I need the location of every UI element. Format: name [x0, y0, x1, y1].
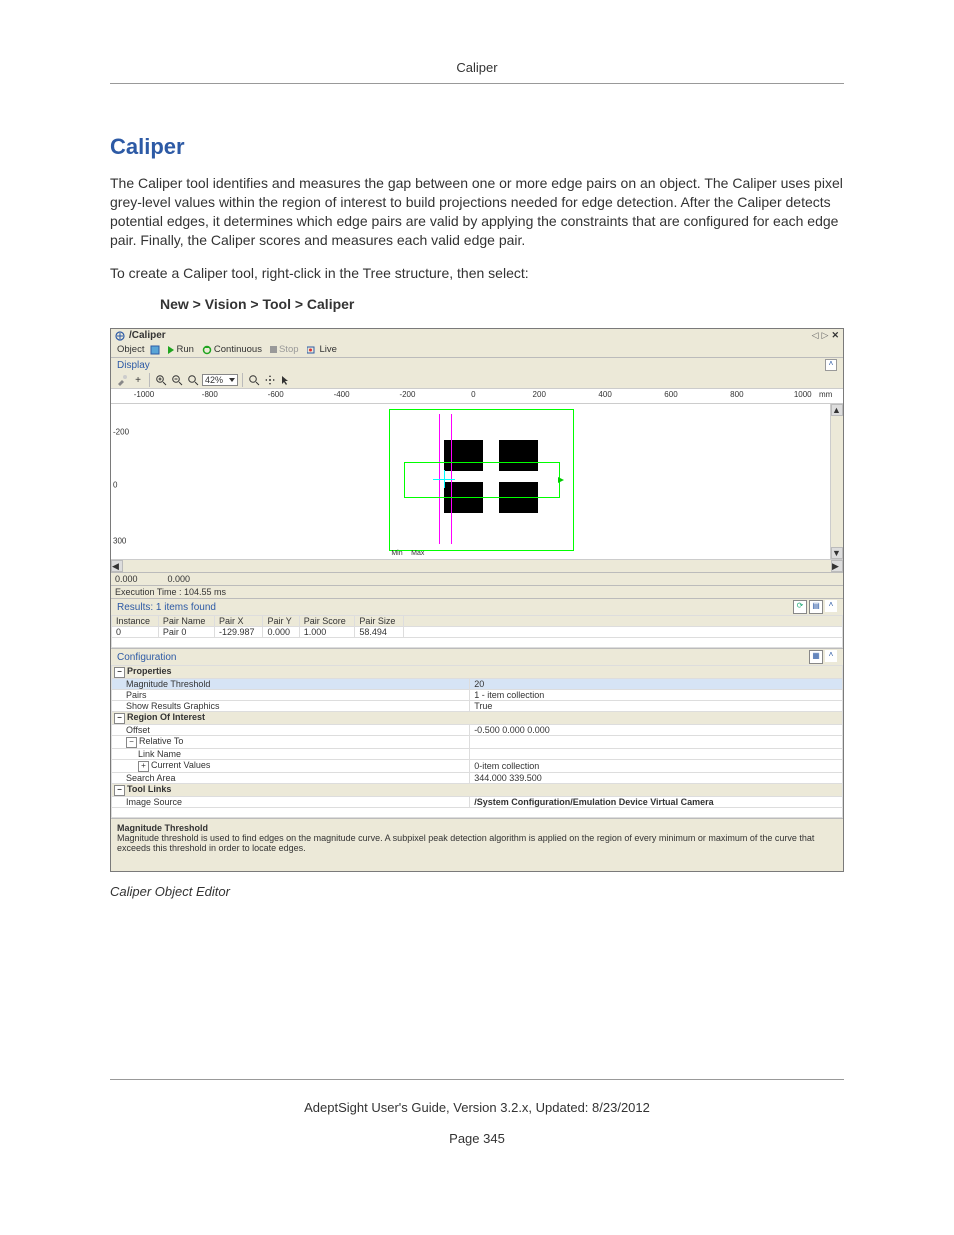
object-toolbar: Object Run Continuous Stop [111, 342, 843, 357]
intro-paragraph: The Caliper tool identifies and measures… [110, 174, 844, 250]
nav-next-button[interactable]: ▷ [822, 330, 829, 341]
object-label: Object [117, 344, 144, 355]
prop-row-search-area[interactable]: Search Area344.000 339.500 [112, 773, 843, 784]
crosshair-icon[interactable]: + [131, 373, 145, 387]
nav-prev-button[interactable]: ◁ [812, 330, 819, 341]
zoom-out-icon[interactable] [170, 373, 184, 387]
display-section-header[interactable]: Display ˄ [111, 357, 843, 372]
cursor-y: 0.000 [168, 574, 191, 584]
window-title: /Caliper [129, 330, 166, 341]
scrollbar-horizontal[interactable]: ◀ ▶ [111, 559, 843, 572]
stop-icon [270, 346, 277, 353]
page-title: Caliper [110, 134, 844, 160]
pointer-icon[interactable] [279, 373, 293, 387]
zoom-region-icon[interactable] [247, 373, 261, 387]
figure-caption: Caliper Object Editor [110, 884, 844, 899]
help-title: Magnitude Threshold [117, 823, 837, 833]
close-icon[interactable]: ✕ [831, 330, 839, 341]
tool-preferences-icon[interactable] [115, 373, 129, 387]
prop-row-relative-to[interactable]: −Relative To [112, 736, 843, 749]
continuous-button[interactable]: Continuous [200, 344, 264, 355]
menu-path: New > Vision > Tool > Caliper [160, 296, 844, 312]
zoom-combo[interactable]: 42% [202, 374, 238, 386]
running-header: Caliper [110, 60, 844, 84]
instruction-paragraph: To create a Caliper tool, right-click in… [110, 264, 844, 283]
tool-icon [115, 331, 125, 341]
expander-icon[interactable]: − [114, 713, 125, 724]
live-button[interactable]: Live [305, 344, 339, 355]
results-table: Instance Pair Name Pair X Pair Y Pair Sc… [111, 615, 843, 648]
window-title-bar: /Caliper ◁ ▷ ✕ [111, 329, 843, 342]
cursor-x: 0.000 [115, 574, 138, 584]
help-body: Magnitude threshold is used to find edge… [117, 833, 837, 853]
expander-icon[interactable]: − [126, 737, 137, 748]
col-pair-score[interactable]: Pair Score [299, 616, 355, 627]
prop-row-offset[interactable]: Offset-0.500 0.000 0.000 [112, 725, 843, 736]
refresh-icon[interactable]: ⟳ [793, 600, 807, 614]
table-row[interactable]: 0 Pair 0 -129.987 0.000 1.000 58.494 [112, 627, 843, 638]
collapse-icon[interactable]: ˄ [825, 650, 837, 662]
display-canvas[interactable]: -200 0 300 [111, 403, 843, 559]
property-grid: −Properties Magnitude Threshold20 Pairs1… [111, 665, 843, 818]
play-icon [168, 346, 174, 354]
configuration-section-header[interactable]: Configuration ▦ ˄ [111, 648, 843, 665]
prop-row-magnitude-threshold[interactable]: Magnitude Threshold20 [112, 679, 843, 690]
property-help-box: Magnitude Threshold Magnitude threshold … [111, 818, 843, 871]
prop-row-show-graphics[interactable]: Show Results GraphicsTrue [112, 701, 843, 712]
run-button[interactable]: Run [166, 344, 195, 355]
prop-row-pairs[interactable]: Pairs1 - item collection [112, 690, 843, 701]
collapse-icon[interactable]: ˄ [825, 600, 837, 612]
scrollbar-vertical[interactable]: ▲ ▼ [830, 404, 843, 559]
footer-line: AdeptSight User's Guide, Version 3.2.x, … [110, 1100, 844, 1115]
prop-row-link-name[interactable]: Link Name [112, 749, 843, 760]
col-pair-x[interactable]: Pair X [214, 616, 262, 627]
search-area-box[interactable] [404, 462, 560, 498]
zoom-icon[interactable] [186, 373, 200, 387]
col-pair-y[interactable]: Pair Y [263, 616, 299, 627]
cursor-status-bar: 0.000 0.000 [111, 572, 843, 585]
zoom-in-icon[interactable] [154, 373, 168, 387]
stop-button[interactable]: Stop [268, 344, 301, 355]
collapse-icon[interactable]: ˄ [825, 359, 837, 371]
col-pair-name[interactable]: Pair Name [158, 616, 214, 627]
prop-row-current-values[interactable]: +Current Values0-item collection [112, 760, 843, 773]
col-pair-size[interactable]: Pair Size [355, 616, 404, 627]
col-instance[interactable]: Instance [112, 616, 159, 627]
object-settings-icon[interactable] [148, 345, 162, 355]
results-section-header[interactable]: Results: 1 items found ⟳ ▤ ˄ [111, 598, 843, 615]
expander-icon[interactable]: + [138, 761, 149, 772]
prop-row-image-source[interactable]: Image Source/System Configuration/Emulat… [112, 797, 843, 808]
zoom-value: 42% [205, 375, 223, 385]
grid-icon[interactable]: ▤ [809, 600, 823, 614]
chevron-down-icon [229, 378, 235, 382]
expander-icon[interactable]: − [114, 667, 125, 678]
execution-time: Execution Time : 104.55 ms [111, 585, 843, 598]
caliper-editor-window: /Caliper ◁ ▷ ✕ Object Run [110, 328, 844, 872]
direction-arrow-icon [558, 477, 564, 483]
page-number: Page 345 [110, 1131, 844, 1146]
expander-icon[interactable]: − [114, 785, 125, 796]
props-icon[interactable]: ▦ [809, 650, 823, 664]
ruler-horizontal: -1000 -800 -600 -400 -200 0 200 400 600 … [111, 388, 843, 403]
display-toolbar: + 42% [111, 372, 843, 388]
ruler-vertical: -200 0 300 [111, 404, 131, 559]
pan-icon[interactable] [263, 373, 277, 387]
